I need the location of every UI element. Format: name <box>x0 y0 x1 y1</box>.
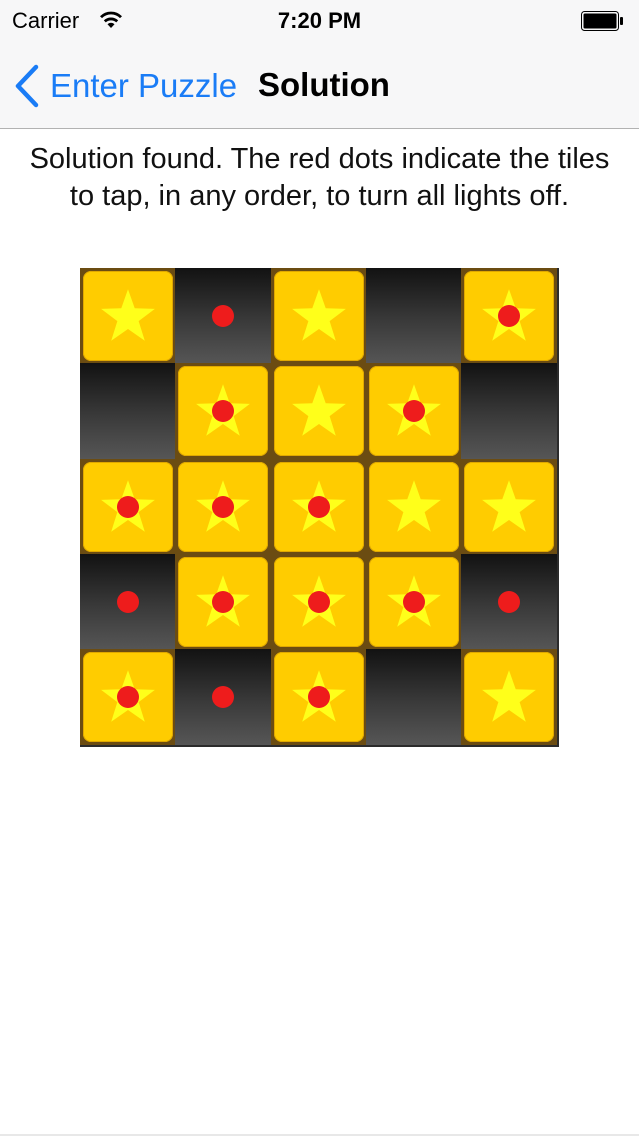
puzzle-cell-r2-c2 <box>175 363 272 460</box>
star-icon <box>482 670 536 722</box>
tap-indicator-dot <box>117 590 139 613</box>
tap-indicator-dot <box>117 495 139 518</box>
status-bar: Carrier 7:20 PM <box>0 0 639 40</box>
puzzle-cell-r4-c5 <box>461 553 557 650</box>
back-button[interactable]: Enter Puzzle <box>14 62 237 110</box>
star-icon <box>482 479 536 532</box>
puzzle-cell-r5-c2 <box>175 649 272 745</box>
tap-indicator-dot <box>498 305 520 327</box>
page-title: Solution <box>258 66 390 103</box>
light-tile <box>273 366 364 457</box>
light-tile <box>464 461 554 552</box>
solution-message: Solution found. The red dots indicate th… <box>29 143 610 212</box>
tap-indicator-dot <box>307 495 330 518</box>
puzzle-cell-r5-c5 <box>461 649 557 745</box>
light-tile <box>273 271 364 361</box>
navigation-bar: Enter Puzzle Solution <box>0 40 639 129</box>
puzzle-cell-r1-c2 <box>175 268 272 364</box>
puzzle-cell-r1-c4 <box>365 268 462 364</box>
tap-indicator-dot <box>307 590 330 613</box>
light-tile <box>464 652 554 742</box>
puzzle-cell-r5-c1 <box>80 649 176 745</box>
puzzle-cell-r1-c5 <box>461 268 557 364</box>
tap-indicator-dot <box>212 590 235 613</box>
light-tile <box>368 461 459 552</box>
star-icon <box>386 479 441 532</box>
tap-indicator-dot <box>212 305 235 327</box>
puzzle-cell-r5-c4 <box>365 649 462 745</box>
puzzle-cell-r4-c2 <box>175 553 272 650</box>
puzzle-cell-r4-c4 <box>365 553 462 650</box>
tap-indicator-dot <box>307 686 330 708</box>
puzzle-cell-r1-c3 <box>270 268 367 364</box>
star-icon <box>291 289 346 341</box>
puzzle-cell-r4-c1 <box>80 553 176 650</box>
tap-indicator-dot <box>212 495 235 518</box>
puzzle-cell-r4-c3 <box>270 553 367 650</box>
puzzle-cell-r2-c3 <box>270 363 367 460</box>
puzzle-cell-r3-c3 <box>270 458 367 555</box>
star-icon <box>101 289 155 341</box>
tap-indicator-dot <box>212 686 235 708</box>
puzzle-board <box>80 268 559 747</box>
star-icon <box>291 384 346 437</box>
battery-icon <box>581 11 623 31</box>
puzzle-cell-r3-c1 <box>80 458 176 555</box>
puzzle-cell-r2-c5 <box>461 363 557 460</box>
puzzle-cell-r3-c5 <box>461 458 557 555</box>
puzzle-cell-r3-c4 <box>365 458 462 555</box>
tap-indicator-dot <box>117 686 139 708</box>
puzzle-cell-r2-c1 <box>80 363 176 460</box>
puzzle-cell-r2-c4 <box>365 363 462 460</box>
tap-indicator-dot <box>402 400 425 423</box>
light-tile <box>83 271 173 361</box>
puzzle-cell-r5-c3 <box>270 649 367 745</box>
back-button-label: Enter Puzzle <box>50 67 238 104</box>
tap-indicator-dot <box>402 590 425 613</box>
puzzle-cell-r3-c2 <box>175 458 272 555</box>
status-time: 7:20 PM <box>277 8 362 33</box>
tap-indicator-dot <box>498 590 520 613</box>
chevron-left-icon <box>15 64 39 108</box>
puzzle-cell-r1-c1 <box>80 268 176 364</box>
